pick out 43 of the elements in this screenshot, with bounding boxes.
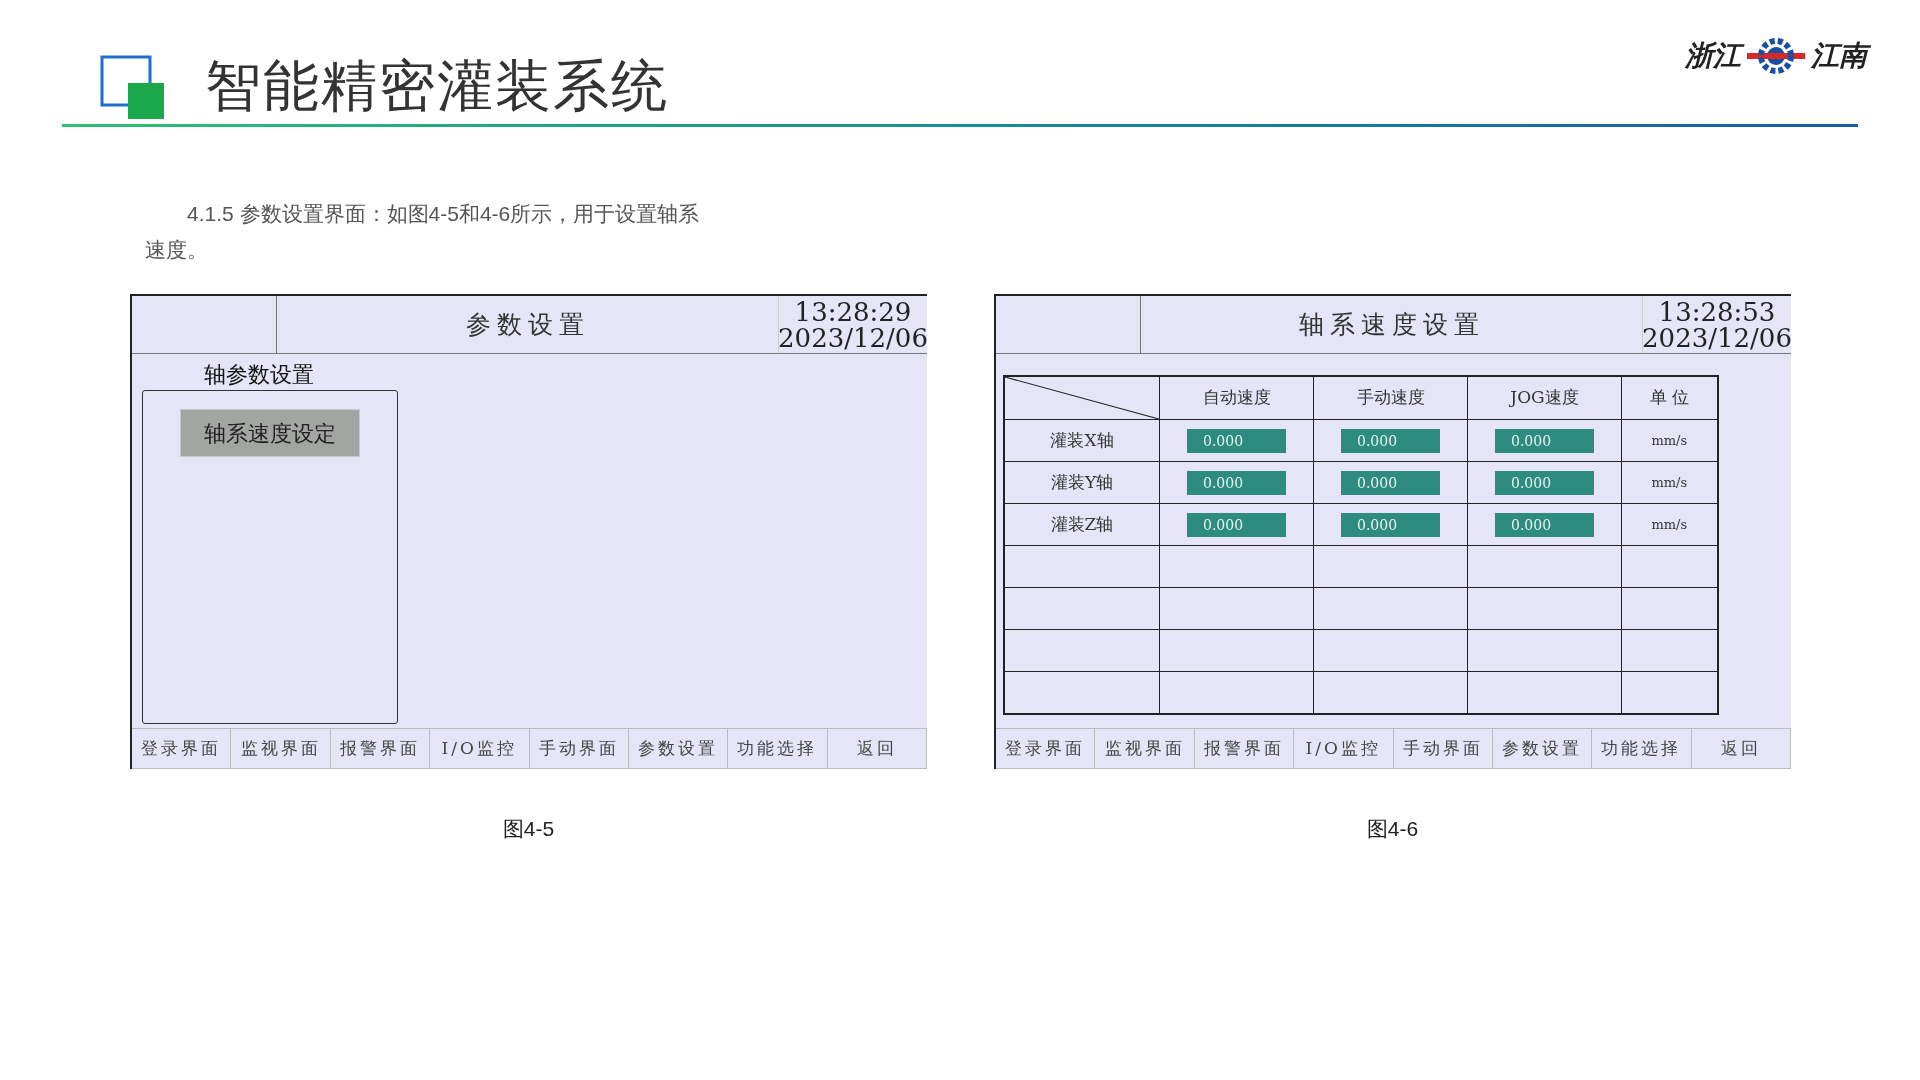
menu-button[interactable]: 轴系速度设定	[180, 409, 360, 457]
figure-caption: 图4-6	[1366, 816, 1419, 842]
column-header: 手动速度	[1313, 376, 1468, 420]
nav-button[interactable]: 参数设置	[628, 729, 729, 769]
nav-button[interactable]: 返回	[827, 729, 927, 769]
intro-paragraph: 4.1.5 参数设置界面：如图4-5和4-6所示，用于设置轴系速度。	[145, 201, 701, 263]
nav-button[interactable]: 手动界面	[529, 729, 629, 769]
nav-button[interactable]: 监视界面	[1095, 729, 1195, 769]
nav-button[interactable]: 报警界面	[1194, 729, 1295, 769]
nav-button[interactable]: 报警界面	[330, 729, 431, 769]
value-field[interactable]: 0.000	[1341, 470, 1440, 495]
column-header: JOG速度	[1467, 376, 1622, 420]
value-field[interactable]: 0.000	[1187, 512, 1286, 537]
column-header: 自动速度	[1159, 376, 1314, 420]
value-field[interactable]: 0.000	[1495, 512, 1594, 537]
screen-title: 参数设置	[465, 308, 590, 341]
figure-caption: 图4-5	[502, 816, 555, 842]
nav-button[interactable]: I/O监控	[430, 729, 530, 769]
value-field[interactable]: 0.000	[1495, 470, 1594, 495]
nav-button[interactable]: I/O监控	[1294, 729, 1394, 769]
row-label: 灌装X轴	[1004, 419, 1160, 462]
value-field[interactable]: 0.000	[1187, 470, 1286, 495]
clock-time: 13:28:53	[1658, 298, 1776, 325]
group-label: 轴参数设置	[204, 361, 315, 389]
slide-title: 智能精密灌装系统	[205, 58, 669, 114]
nav-button[interactable]: 参数设置	[1492, 729, 1593, 769]
value-field[interactable]: 0.000	[1495, 428, 1594, 453]
value-field[interactable]: 0.000	[1341, 428, 1440, 453]
nav-button[interactable]: 登录界面	[996, 729, 1096, 769]
nav-button[interactable]: 手动界面	[1393, 729, 1493, 769]
value-field[interactable]: 0.000	[1341, 512, 1440, 537]
clock-time: 13:28:29	[794, 298, 912, 325]
row-label: 灌装Z轴	[1004, 503, 1160, 546]
nav-button[interactable]: 功能选择	[1592, 729, 1692, 769]
nav-button[interactable]: 登录界面	[132, 729, 232, 769]
nav-button[interactable]: 功能选择	[728, 729, 828, 769]
value-field[interactable]: 0.000	[1187, 428, 1286, 453]
clock-date: 2023/12/06	[1642, 324, 1792, 351]
clock-date: 2023/12/06	[778, 324, 928, 351]
screen-title: 轴系速度设置	[1298, 308, 1485, 341]
row-label: 灌装Y轴	[1004, 461, 1160, 504]
nav-button[interactable]: 返回	[1691, 729, 1791, 769]
nav-button[interactable]: 监视界面	[231, 729, 331, 769]
